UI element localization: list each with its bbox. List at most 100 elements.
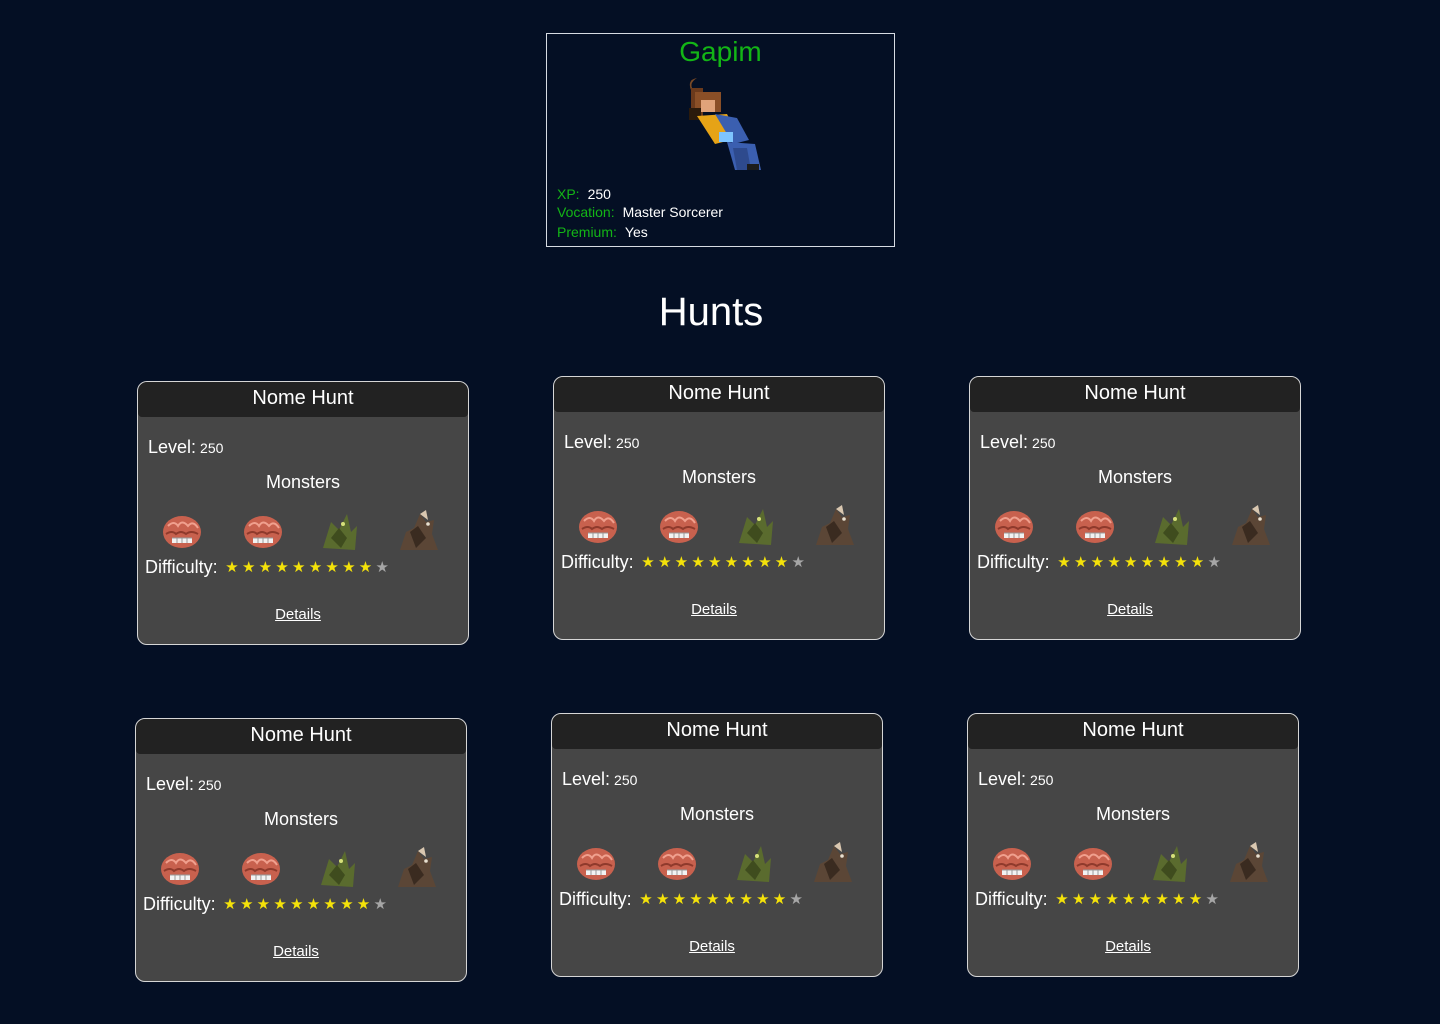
green-dragon-icon [321,851,355,887]
star-filled-icon: ★ [774,553,789,571]
star-filled-icon: ★ [340,895,354,913]
brain-monster-icon [660,511,698,543]
difficulty-label: Difficulty: [975,889,1048,909]
difficulty-stars: ★ ★ ★ ★ ★ ★ ★ ★ ★ ★ [1056,554,1223,572]
star-filled-icon: ★ [358,558,373,576]
brown-beast-icon [400,510,438,550]
star-filled-icon: ★ [1073,553,1088,571]
details-link[interactable]: Details [138,606,458,623]
difficulty-label: Difficulty: [143,894,216,914]
brain-monster-icon [1076,511,1114,543]
details-link[interactable]: Details [968,938,1288,955]
difficulty-stars: ★ ★ ★ ★ ★ ★ ★ ★ ★ ★ [638,891,805,909]
star-filled-icon: ★ [674,553,689,571]
monster-list [990,840,1280,886]
hunt-card-title: Nome Hunt [552,714,882,749]
difficulty-stars: ★ ★ ★ ★ ★ ★ ★ ★ ★ ★ [222,896,389,914]
brown-beast-icon [1230,842,1268,882]
star-empty-icon: ★ [373,895,387,913]
brown-beast-icon [816,505,854,545]
hunt-level-label: Level: [146,774,195,794]
details-link[interactable]: Details [136,943,456,960]
premium-value: Yes [624,224,648,240]
monster-list [160,508,450,554]
star-filled-icon: ★ [657,553,672,571]
monsters-heading: Monsters [679,804,755,824]
star-filled-icon: ★ [1138,890,1153,908]
star-filled-icon: ★ [275,558,289,576]
difficulty-rating: Difficulty: ★ ★ ★ ★ ★ ★ ★ ★ ★ ★ [145,557,391,578]
star-filled-icon: ★ [739,890,753,908]
star-filled-icon: ★ [641,553,655,571]
brain-monster-icon [1074,848,1112,880]
brain-monster-icon [993,848,1031,880]
star-filled-icon: ★ [225,558,239,576]
hunt-level-value: 250 [1030,772,1054,788]
monsters-heading: Monsters [1095,804,1171,824]
star-filled-icon: ★ [1188,890,1203,908]
star-filled-icon: ★ [672,890,687,908]
xp-value: 250 [587,186,611,202]
star-empty-icon: ★ [1205,890,1219,908]
hunts-heading: Hunts [658,290,764,334]
brain-monster-icon [242,853,280,885]
green-dragon-icon [739,509,773,545]
brain-monster-icon [244,516,282,548]
monster-list [574,840,864,886]
star-filled-icon: ★ [356,895,371,913]
difficulty-rating: Difficulty: ★ ★ ★ ★ ★ ★ ★ ★ ★ ★ [143,894,389,915]
hunt-level-value: 250 [616,435,640,451]
details-link[interactable]: Details [552,938,872,955]
hunt-level-value: 250 [614,772,638,788]
hunt-card: Nome Hunt Level: 250 Monsters Difficulty:… [969,376,1301,640]
star-filled-icon: ★ [691,553,705,571]
hunt-level: Level: 250 [980,432,1055,453]
star-filled-icon: ★ [1155,890,1169,908]
hunt-level-value: 250 [198,777,222,793]
star-filled-icon: ★ [1107,553,1121,571]
difficulty-rating: Difficulty: ★ ★ ★ ★ ★ ★ ★ ★ ★ ★ [559,889,805,910]
difficulty-rating: Difficulty: ★ ★ ★ ★ ★ ★ ★ ★ ★ ★ [561,552,807,573]
details-link[interactable]: Details [970,601,1290,618]
star-filled-icon: ★ [1140,553,1155,571]
hunt-card-title: Nome Hunt [136,719,466,754]
difficulty-label: Difficulty: [561,552,634,572]
star-filled-icon: ★ [1174,553,1188,571]
premium-row: Premium: Yes [557,224,648,240]
difficulty-stars: ★ ★ ★ ★ ★ ★ ★ ★ ★ ★ [224,559,391,577]
star-filled-icon: ★ [1105,890,1119,908]
monster-list [576,503,866,549]
star-filled-icon: ★ [655,890,670,908]
vocation-label: Vocation: [557,204,615,220]
star-filled-icon: ★ [1057,553,1071,571]
character-name: Gapim [679,36,762,67]
star-filled-icon: ★ [772,890,787,908]
star-filled-icon: ★ [1157,553,1171,571]
premium-label: Premium: [557,224,617,240]
monsters-heading: Monsters [1097,467,1173,487]
star-filled-icon: ★ [1124,553,1138,571]
star-empty-icon: ★ [375,558,389,576]
monsters-heading: Monsters [681,467,757,487]
difficulty-label: Difficulty: [559,889,632,909]
star-filled-icon: ★ [706,890,720,908]
star-filled-icon: ★ [1172,890,1186,908]
star-filled-icon: ★ [239,895,254,913]
hunt-level-value: 250 [200,440,224,456]
star-filled-icon: ★ [722,890,737,908]
star-filled-icon: ★ [1090,553,1105,571]
star-filled-icon: ★ [708,553,722,571]
hunt-level: Level: 250 [146,774,221,795]
monsters-heading: Monsters [263,809,339,829]
star-filled-icon: ★ [241,558,256,576]
difficulty-label: Difficulty: [977,552,1050,572]
star-filled-icon: ★ [258,558,273,576]
details-link[interactable]: Details [554,601,874,618]
star-filled-icon: ★ [273,895,287,913]
hunt-card: Nome Hunt Level: 250 Monsters Difficulty:… [967,713,1299,977]
star-filled-icon: ★ [308,558,323,576]
hunt-card-title: Nome Hunt [138,382,468,417]
star-filled-icon: ★ [1055,890,1069,908]
star-filled-icon: ★ [758,553,772,571]
brain-monster-icon [577,848,615,880]
